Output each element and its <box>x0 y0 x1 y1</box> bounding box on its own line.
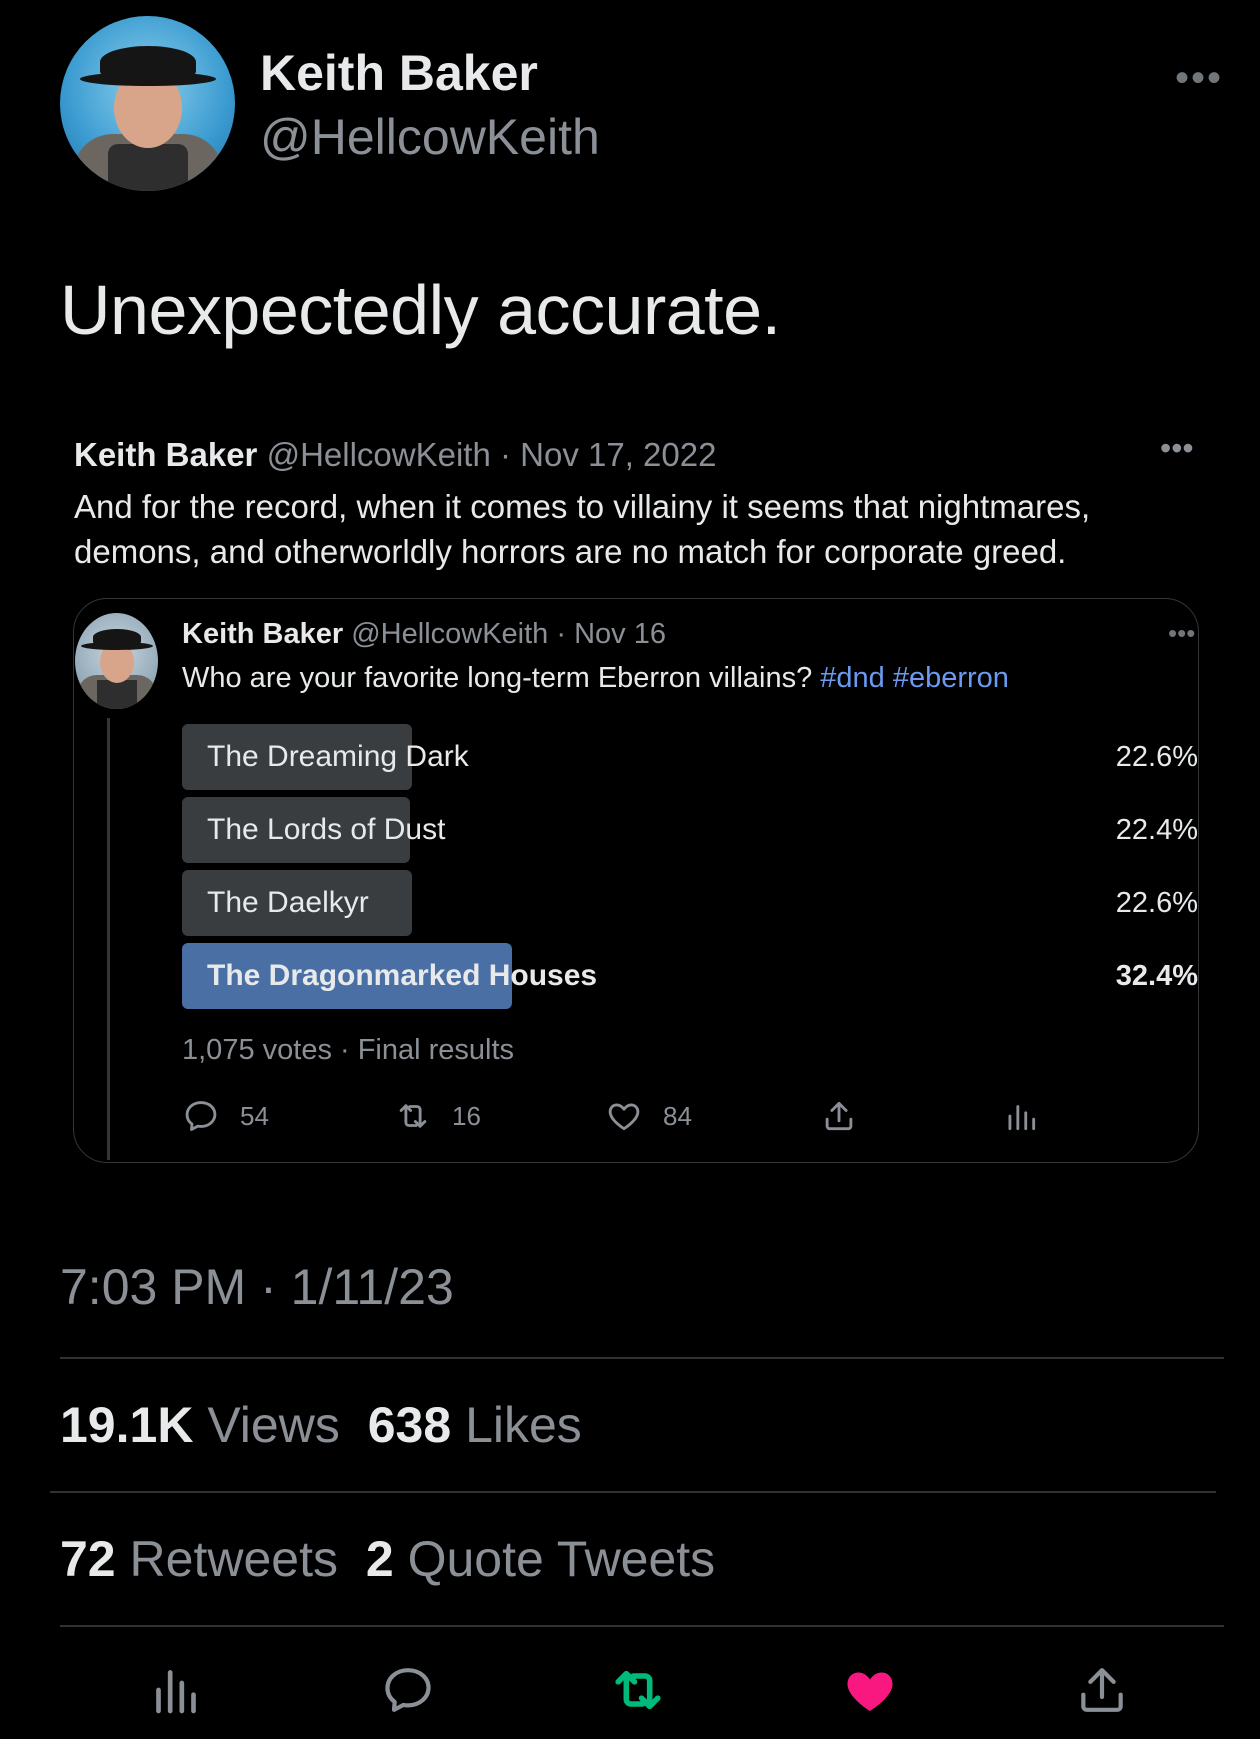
quotes-count: 2 <box>365 1531 394 1587</box>
inner-author-name: Keith Baker <box>182 618 344 650</box>
share-button[interactable] <box>1074 1662 1130 1718</box>
quoted-tweet-text: And for the record, when it comes to vil… <box>74 488 1091 570</box>
avatar-hat-brim <box>79 72 216 86</box>
reply-button[interactable] <box>380 1662 436 1718</box>
likes-label: Likes <box>465 1397 582 1453</box>
avatar-vest <box>96 680 137 709</box>
author-handle[interactable]: @HellcowKeith <box>260 108 600 166</box>
divider <box>60 1357 1224 1359</box>
poll-option-percent: 22.4% <box>1115 814 1198 846</box>
divider <box>60 1625 1224 1627</box>
quoted-author-name: Keith Baker <box>74 436 258 473</box>
inner-more-icon[interactable]: ••• <box>1168 618 1195 649</box>
poll-option: The Dreaming Dark 22.6% <box>182 724 1198 790</box>
poll-option-label: The Dragonmarked Houses <box>207 959 598 992</box>
likes-stat[interactable]: 638 Likes <box>368 1397 582 1453</box>
tweet-timestamp: 7:03 PM · 1/11/23 <box>60 1259 454 1315</box>
author-name[interactable]: Keith Baker <box>260 44 538 102</box>
engagement-stats-row-1: 19.1K Views 638 Likes <box>60 1396 582 1454</box>
engagement-stats-row-2: 72 Retweets 2 Quote Tweets <box>60 1530 715 1588</box>
share-icon <box>825 1101 853 1131</box>
inner-question: Who are your favorite long-term Eberron … <box>182 662 813 694</box>
quotes-label: Quote Tweets <box>407 1531 716 1587</box>
like-button[interactable] <box>842 1662 898 1718</box>
views-stat: 19.1K Views <box>60 1397 354 1453</box>
inner-like-count: 84 <box>663 1100 692 1131</box>
inner-share-button[interactable] <box>820 1096 858 1136</box>
retweets-stat[interactable]: 72 Retweets <box>60 1531 352 1587</box>
poll-option-percent: 22.6% <box>1115 741 1198 773</box>
hashtags[interactable]: #dnd #eberron <box>820 662 1009 694</box>
thread-line <box>107 718 110 1160</box>
poll-option-label: The Daelkyr <box>207 886 369 919</box>
retweet-icon <box>399 1104 427 1128</box>
inner-reply-count: 54 <box>240 1100 269 1131</box>
inner-retweet-button[interactable]: 16 <box>394 1096 481 1136</box>
poll-option-label: The Dreaming Dark <box>207 740 469 773</box>
tweet-text: Unexpectedly accurate. <box>60 271 781 349</box>
poll-option-percent: 32.4% <box>1115 960 1198 992</box>
inner-analytics-button[interactable] <box>1002 1096 1040 1136</box>
inner-reply-button[interactable]: 54 <box>182 1096 269 1136</box>
poll-option: The Daelkyr 22.6% <box>182 870 1198 936</box>
inner-tweet-text: Who are your favorite long-term Eberron … <box>182 662 1009 695</box>
poll-option-percent: 22.6% <box>1115 887 1198 919</box>
reply-icon <box>385 1668 431 1712</box>
inner-meta: @HellcowKeith · Nov 16 <box>351 618 666 650</box>
reply-icon <box>185 1101 217 1131</box>
share-icon <box>1081 1668 1123 1712</box>
analytics-button[interactable] <box>148 1662 204 1718</box>
quote-tweets-stat[interactable]: 2 Quote Tweets <box>366 1531 715 1587</box>
inner-like-button[interactable]: 84 <box>605 1096 692 1136</box>
inner-tweet-header[interactable]: Keith Baker @HellcowKeith · Nov 16 <box>182 618 666 651</box>
analytics-icon <box>156 1670 196 1714</box>
poll-option: The Lords of Dust 22.4% <box>182 797 1198 863</box>
more-options-icon[interactable]: ••• <box>1175 56 1223 101</box>
like-icon <box>847 1672 893 1711</box>
views-label: Views <box>207 1397 340 1453</box>
poll-option-label: The Lords of Dust <box>207 813 446 846</box>
quoted-more-icon[interactable]: ••• <box>1160 430 1194 467</box>
divider <box>50 1491 1216 1493</box>
inner-author-avatar[interactable] <box>75 613 158 709</box>
retweets-label: Retweets <box>129 1531 338 1587</box>
quoted-tweet-header[interactable]: Keith Baker @HellcowKeith · Nov 17, 2022 <box>74 436 716 474</box>
poll-option: The Dragonmarked Houses 32.4% <box>182 943 1198 1009</box>
like-icon <box>608 1103 640 1131</box>
retweet-icon <box>615 1670 661 1710</box>
author-avatar[interactable] <box>60 16 235 191</box>
inner-retweet-count: 16 <box>452 1100 481 1131</box>
retweets-count: 72 <box>60 1531 116 1587</box>
avatar-hat-brim <box>80 642 153 650</box>
poll-summary: 1,075 votes · Final results <box>182 1034 515 1066</box>
retweet-button[interactable] <box>610 1662 666 1718</box>
views-count: 19.1K <box>60 1397 194 1453</box>
likes-count: 638 <box>367 1397 452 1453</box>
quoted-meta: @HellcowKeith · Nov 17, 2022 <box>266 436 717 473</box>
analytics-icon <box>1008 1105 1036 1131</box>
avatar-vest <box>107 144 188 191</box>
